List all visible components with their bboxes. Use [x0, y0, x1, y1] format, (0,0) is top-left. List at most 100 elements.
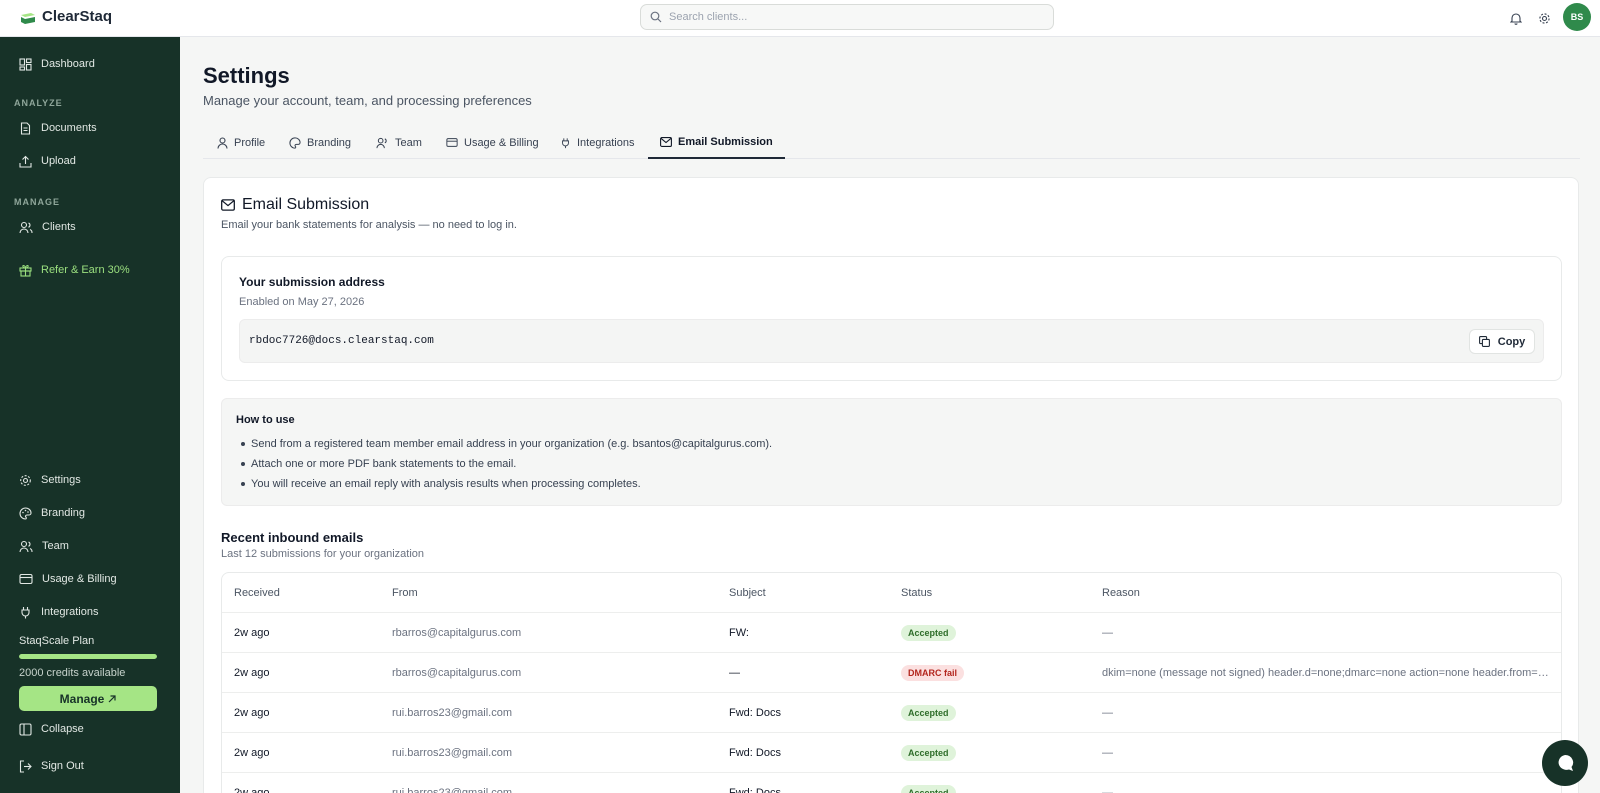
sidebar-item-label: Team: [42, 540, 69, 552]
manage-label: Manage: [59, 691, 105, 706]
cell-subject: Fwd: Docs: [729, 706, 781, 719]
section-label-analyze: ANALYZE: [14, 98, 63, 108]
tab-label: Usage & Billing: [464, 136, 539, 149]
sidebar-item-dashboard[interactable]: Dashboard: [19, 54, 95, 74]
how-to-title: How to use: [236, 414, 295, 426]
sidebar-item-integrations[interactable]: Integrations: [19, 602, 98, 622]
cell-subject: FW:: [729, 626, 749, 639]
cell-received: 2w ago: [234, 786, 270, 793]
status-badge: Accepted: [901, 704, 956, 721]
section-label-manage: MANAGE: [14, 197, 60, 207]
tab-label: Team: [395, 136, 422, 149]
plan-name: StaqScale Plan: [19, 635, 95, 647]
sidebar-item-label: Usage & Billing: [42, 573, 117, 585]
column-header-subject[interactable]: Subject: [729, 573, 894, 612]
copy-icon: [1478, 336, 1490, 347]
credit-card-icon: [19, 573, 33, 585]
column-header-status[interactable]: Status: [901, 573, 1096, 612]
plug-icon: [21, 606, 30, 618]
credits-available: 2000 credits available: [19, 667, 126, 679]
recent-emails-subtitle: Last 12 submissions for your organizatio…: [221, 548, 424, 560]
cell-subject: Fwd: Docs: [729, 746, 781, 759]
plan-progress-bar: [19, 654, 157, 659]
palette-icon: [289, 136, 301, 149]
chat-widget-button[interactable]: [1542, 740, 1588, 786]
column-header-received[interactable]: Received: [234, 573, 384, 612]
sidebar-item-team[interactable]: Team: [19, 536, 69, 556]
upload-icon: [19, 155, 32, 168]
app-logo[interactable]: ClearStaq: [19, 8, 112, 25]
reason-text: dkim=none (message not signed) header.d=…: [1102, 666, 1552, 679]
cell-status: Accepted: [901, 693, 1096, 732]
search-input[interactable]: [669, 11, 1029, 23]
sidebar-item-clients[interactable]: Clients: [19, 217, 76, 237]
gift-icon: [19, 264, 32, 277]
manage-plan-button[interactable]: Manage: [19, 686, 157, 711]
bell-icon[interactable]: [1509, 11, 1523, 25]
submission-address-value[interactable]: rbdoc7726@docs.clearstaq.com: [249, 335, 434, 347]
status-badge: Accepted: [901, 784, 956, 793]
external-arrow-icon: [108, 694, 116, 702]
tab-label: Branding: [307, 136, 352, 149]
user-icon: [217, 136, 228, 149]
avatar[interactable]: BS: [1563, 3, 1591, 31]
table-row[interactable]: 2w ago rui.barros23@gmail.com Fwd: Docs …: [222, 693, 1561, 733]
sidebar-item-settings[interactable]: Settings: [19, 470, 81, 490]
tab-integrations[interactable]: Integrations: [548, 126, 646, 159]
palette-icon: [19, 506, 32, 520]
submission-address-title: Your submission address: [239, 275, 385, 289]
table-header-row: Received From Subject Status Reason: [222, 573, 1561, 613]
cell-reason: —: [1102, 746, 1113, 759]
section-title: Email Submission: [221, 196, 369, 214]
tab-profile[interactable]: Profile: [205, 126, 277, 159]
tab-email-submission[interactable]: Email Submission: [648, 126, 785, 159]
sidebar-item-usage-billing[interactable]: Usage & Billing: [19, 569, 117, 589]
sidebar-item-label: Upload: [41, 155, 76, 167]
status-badge: Accepted: [901, 744, 956, 761]
credit-card-icon: [446, 138, 458, 147]
column-header-from[interactable]: From: [392, 573, 722, 612]
sidebar-item-label: Integrations: [41, 606, 99, 618]
status-badge: Accepted: [901, 624, 956, 641]
how-to-item: You will receive an email reply with ana…: [241, 478, 641, 490]
collapse-icon: [19, 722, 32, 736]
chat-icon: [1558, 754, 1574, 771]
sidebar-item-label: Branding: [41, 507, 86, 519]
mail-icon: [221, 199, 235, 211]
cell-status: Accepted: [901, 733, 1096, 772]
sidebar: Dashboard ANALYZE Documents Upload MANAG…: [0, 37, 180, 793]
cell-from: rbarros@capitalgurus.com: [392, 666, 522, 679]
sidebar-item-refer[interactable]: Refer & Earn 30%: [19, 260, 130, 280]
cell-status: Accepted: [901, 613, 1096, 652]
tab-branding[interactable]: Branding: [277, 126, 363, 159]
tab-label: Integrations: [577, 136, 635, 149]
top-bar: ClearStaq BS: [0, 0, 1600, 37]
tab-team[interactable]: Team: [364, 126, 434, 159]
users-icon: [19, 540, 33, 552]
section-title-text: Email Submission: [242, 196, 370, 213]
table-row[interactable]: 2w ago rbarros@capitalgurus.com FW: Acce…: [222, 613, 1561, 653]
table-row[interactable]: 2w ago rbarros@capitalgurus.com — DMARC …: [222, 653, 1561, 693]
sidebar-item-upload[interactable]: Upload: [19, 151, 76, 171]
search-box[interactable]: [640, 4, 1054, 30]
sidebar-item-collapse[interactable]: Collapse: [19, 719, 84, 739]
section-description: Email your bank statements for analysis …: [221, 219, 517, 231]
sidebar-item-documents[interactable]: Documents: [19, 118, 97, 138]
cell-reason: dkim=none (message not signed) header.d=…: [1102, 653, 1552, 692]
tab-usage-billing[interactable]: Usage & Billing: [434, 126, 551, 159]
sidebar-item-label: Settings: [41, 474, 81, 486]
sidebar-item-sign-out[interactable]: Sign Out: [19, 756, 84, 776]
copy-address-button[interactable]: Copy: [1469, 329, 1535, 354]
sidebar-item-branding[interactable]: Branding: [19, 503, 85, 523]
inbound-emails-table: Received From Subject Status Reason 2w a…: [221, 572, 1562, 793]
gear-icon[interactable]: [1537, 11, 1551, 25]
table-row[interactable]: 2w ago rui.barros23@gmail.com Fwd: Docs …: [222, 773, 1561, 793]
cell-from: rui.barros23@gmail.com: [392, 746, 512, 759]
enabled-date: Enabled on May 27, 2026: [239, 296, 365, 308]
column-header-reason[interactable]: Reason: [1102, 573, 1552, 612]
mail-icon: [660, 136, 672, 147]
table-row[interactable]: 2w ago rui.barros23@gmail.com Fwd: Docs …: [222, 733, 1561, 773]
cell-from: rui.barros23@gmail.com: [392, 706, 512, 719]
app-name: ClearStaq: [42, 8, 113, 25]
plan-progress-fill: [19, 654, 157, 659]
